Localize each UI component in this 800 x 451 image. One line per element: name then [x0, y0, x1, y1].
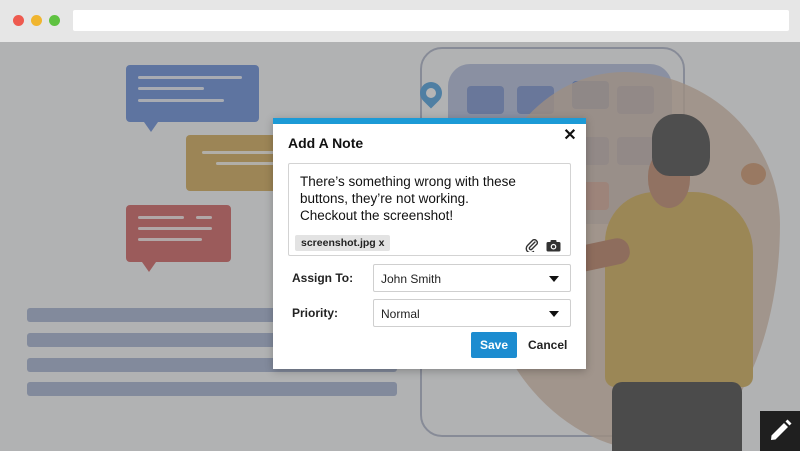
cancel-button[interactable]: Cancel [528, 338, 567, 352]
chevron-down-icon [549, 311, 559, 317]
note-textarea[interactable]: There’s something wrong with these butto… [288, 163, 571, 256]
assign-to-select[interactable]: John Smith [373, 264, 571, 292]
edit-button[interactable] [760, 411, 800, 451]
note-text[interactable]: There’s something wrong with these butto… [300, 173, 562, 224]
close-icon[interactable]: ✕ [562, 128, 578, 144]
priority-select[interactable]: Normal [373, 299, 571, 327]
attachment-chip[interactable]: screenshot.jpg x [295, 235, 391, 251]
dialog-title: Add A Note [288, 135, 364, 151]
address-bar[interactable] [73, 10, 789, 31]
window-close-dot[interactable] [13, 15, 24, 26]
window-maximize-dot[interactable] [49, 15, 60, 26]
assign-to-value: John Smith [381, 272, 442, 286]
assign-to-label: Assign To: [292, 271, 354, 285]
window-minimize-dot[interactable] [31, 15, 42, 26]
browser-chrome [0, 0, 800, 42]
chevron-down-icon [549, 276, 559, 282]
priority-label: Priority: [292, 306, 339, 320]
add-note-dialog: Add A Note ✕ There’s something wrong wit… [273, 118, 586, 369]
camera-icon[interactable] [546, 239, 561, 252]
priority-value: Normal [381, 307, 420, 321]
save-button[interactable]: Save [471, 332, 517, 358]
pencil-icon [771, 419, 792, 440]
paperclip-icon[interactable] [525, 239, 540, 252]
